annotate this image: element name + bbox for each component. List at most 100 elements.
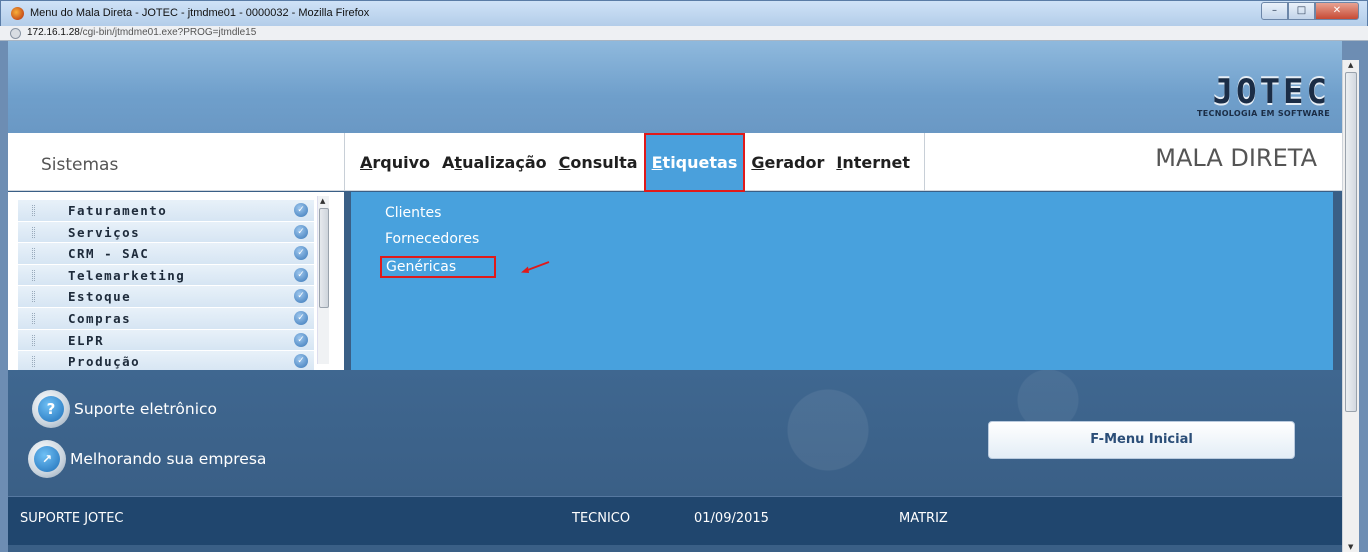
menu-atualização[interactable]: At ualização xyxy=(436,133,553,191)
system-label: Compras xyxy=(68,310,132,326)
system-label: Serviços xyxy=(68,224,141,240)
url-path: /cgi-bin/jtmdme01.exe?PROG=jtmdle15 xyxy=(79,27,257,38)
grip-icon xyxy=(32,269,35,281)
systems-list: Faturamento ✓ Serviços ✓ CRM - SAC ✓ Telemarke… xyxy=(18,200,314,373)
firefox-icon xyxy=(11,7,24,20)
grip-icon xyxy=(32,226,35,238)
close-button[interactable]: ✕ xyxy=(1315,2,1359,20)
logo-word: JOTEC xyxy=(1212,72,1330,112)
system-label: Produção xyxy=(68,354,141,370)
system-item[interactable]: Faturamento ✓ xyxy=(18,200,314,222)
menu-accelerator: E xyxy=(651,153,663,172)
system-item[interactable]: Compras ✓ xyxy=(18,307,314,330)
window-titlebar: Menu do Mala Direta - JOTEC - jtmdme01 -… xyxy=(0,0,1368,26)
window-controls: – □ ✕ xyxy=(1261,2,1359,20)
menu-internet[interactable]: Internet xyxy=(830,133,916,191)
home-menu-button[interactable]: F-Menu Inicial xyxy=(988,421,1295,459)
menu-bar: Sistemas Arquivo At ualização Consulta Etiqu… xyxy=(8,133,1342,192)
improve-link[interactable]: ↗ Melhorando sua empresa xyxy=(28,440,266,478)
menu-gerador[interactable]: Gerador xyxy=(745,133,830,191)
scrollbar-thumb[interactable] xyxy=(319,208,329,308)
menu-label-prefix: A xyxy=(442,152,455,172)
menu-consulta[interactable]: Consulta xyxy=(553,133,644,191)
status-bar: SUPORTE JOTEC TECNICO 01/09/2015 MATRIZ xyxy=(8,496,1342,545)
grip-icon xyxy=(32,312,35,324)
system-label: ELPR xyxy=(68,332,105,348)
grip-icon xyxy=(32,248,35,260)
dropdown-item-genericas[interactable]: Genéricas xyxy=(379,256,497,278)
check-icon: ✓ xyxy=(294,203,308,217)
system-item[interactable]: Telemarketing ✓ xyxy=(18,264,314,287)
main-menu: Arquivo At ualização Consulta Etiquetas Gerad… xyxy=(354,133,925,192)
menu-arquivo[interactable]: Arquivo xyxy=(354,133,436,191)
help-icon: ? xyxy=(32,390,70,428)
system-label: Estoque xyxy=(68,289,132,305)
scroll-up-icon[interactable]: ▲ xyxy=(1348,61,1353,69)
menu-etiquetas[interactable]: Etiquetas xyxy=(643,133,746,192)
improve-label: Melhorando sua empresa xyxy=(70,450,267,468)
dropdown-item-clientes[interactable]: Clientes xyxy=(385,205,441,221)
page: JOTEC TECNOLOGIA EM SOFTWARE Sistemas Ar… xyxy=(8,41,1342,552)
growth-chart-icon: ↗ xyxy=(28,440,66,478)
systems-panel: Faturamento ✓ Serviços ✓ CRM - SAC ✓ Telemarke… xyxy=(8,192,344,373)
window-frame xyxy=(1359,41,1368,552)
status-company: SUPORTE JOTEC xyxy=(20,511,124,526)
top-banner: JOTEC TECNOLOGIA EM SOFTWARE xyxy=(8,41,1342,133)
menu-label: rquivo xyxy=(372,152,431,172)
support-label: Suporte eletrônico xyxy=(74,400,218,418)
menu-end-divider xyxy=(923,133,925,191)
system-item[interactable]: CRM - SAC ✓ xyxy=(18,243,314,265)
window-title: Menu do Mala Direta - JOTEC - jtmdme01 -… xyxy=(30,7,370,19)
grip-icon xyxy=(32,356,35,368)
scroll-up-icon[interactable]: ▲ xyxy=(320,197,325,205)
menu-label: ualização xyxy=(462,152,547,172)
grip-icon xyxy=(32,334,35,346)
check-icon: ✓ xyxy=(294,224,308,239)
system-label: Telemarketing xyxy=(68,267,186,283)
dropdown-item-fornecedores[interactable]: Fornecedores xyxy=(385,231,479,247)
check-icon: ✓ xyxy=(294,289,308,304)
check-icon: ✓ xyxy=(294,354,308,369)
menu-accelerator: A xyxy=(360,152,373,172)
check-icon: ✓ xyxy=(294,246,308,261)
system-item[interactable]: Serviços ✓ xyxy=(18,221,314,244)
systems-scrollbar[interactable]: ▲ xyxy=(317,196,329,364)
minimize-button[interactable]: – xyxy=(1261,2,1288,20)
check-icon: ✓ xyxy=(294,310,308,325)
support-link[interactable]: ? Suporte eletrônico xyxy=(32,390,217,428)
page-scrollbar[interactable]: ▲ ▼ xyxy=(1342,60,1359,552)
page-scrollbar-thumb[interactable] xyxy=(1345,72,1357,412)
check-icon: ✓ xyxy=(294,332,308,347)
system-item[interactable]: ELPR ✓ xyxy=(18,329,314,352)
address-bar[interactable]: 172.16.1.28/cgi-bin/jtmdme01.exe?PROG=jt… xyxy=(0,26,1368,41)
menu-divider xyxy=(344,133,345,191)
jotec-logo: JOTEC TECNOLOGIA EM SOFTWARE xyxy=(1197,75,1330,118)
systems-heading: Sistemas xyxy=(41,155,119,175)
system-label: CRM - SAC xyxy=(68,246,150,262)
menu-accelerator: C xyxy=(558,152,571,172)
maximize-button[interactable]: □ xyxy=(1288,2,1315,20)
menu-label: onsulta xyxy=(570,152,638,172)
check-icon: ✓ xyxy=(294,267,308,282)
grip-icon xyxy=(32,205,35,216)
pointer-arrow-icon xyxy=(521,261,550,273)
scroll-down-icon[interactable]: ▼ xyxy=(1348,543,1353,551)
menu-label: erador xyxy=(764,152,825,172)
status-date: 01/09/2015 xyxy=(694,511,769,526)
logo-tagline: TECNOLOGIA EM SOFTWARE xyxy=(1197,109,1330,118)
menu-label: tiquetas xyxy=(662,153,738,172)
menu-label: nternet xyxy=(842,152,910,172)
info-area: ? Suporte eletrônico ↗ Melhorando sua em… xyxy=(8,370,1342,496)
url-host: 172.16.1.28 xyxy=(27,27,80,38)
etiquetas-dropdown: Clientes Fornecedores Genéricas xyxy=(351,192,1333,370)
globe-icon xyxy=(10,28,21,39)
status-branch: MATRIZ xyxy=(899,511,948,526)
status-user: TECNICO xyxy=(572,511,631,526)
module-title: MALA DIRETA xyxy=(1155,144,1317,172)
grip-icon xyxy=(32,291,35,303)
system-item[interactable]: Estoque ✓ xyxy=(18,286,314,308)
menu-accelerator: G xyxy=(751,152,765,172)
url-text: 172.16.1.28/cgi-bin/jtmdme01.exe?PROG=jt… xyxy=(27,27,256,38)
system-label: Faturamento xyxy=(68,203,168,218)
menu-accelerator: t xyxy=(454,152,463,172)
